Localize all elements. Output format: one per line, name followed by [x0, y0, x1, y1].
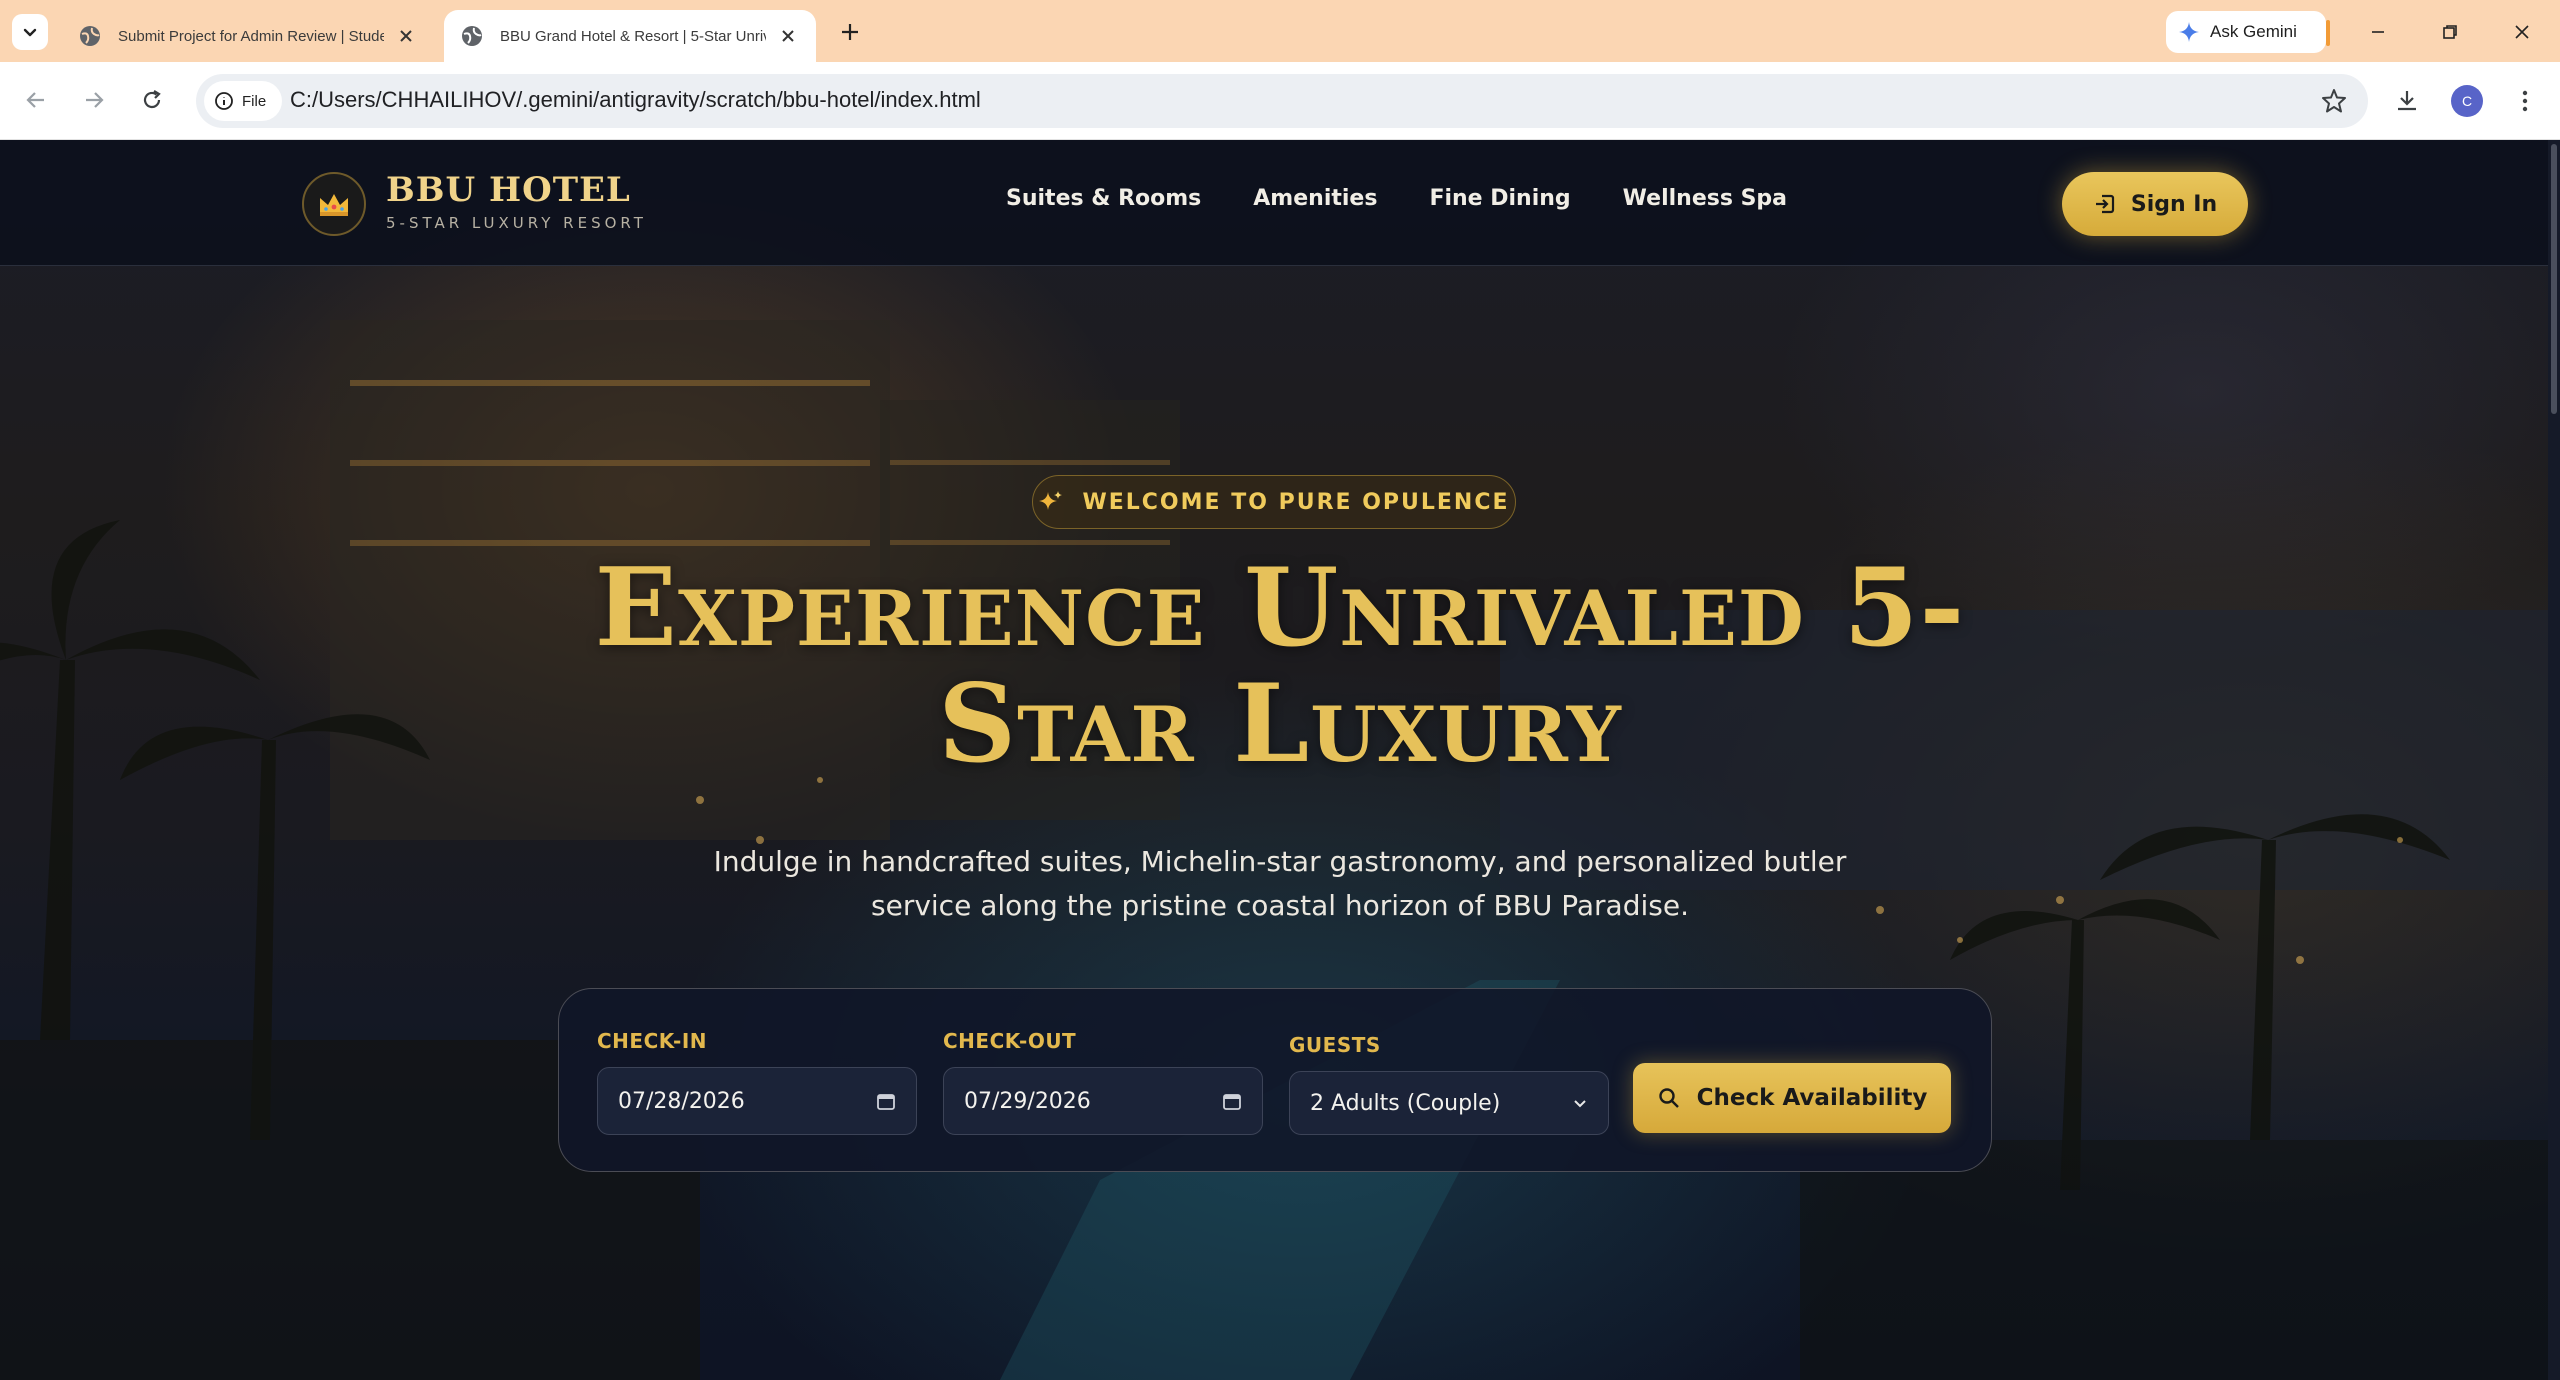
- guests-label: GUESTS: [1289, 1033, 1381, 1057]
- scrollbar-thumb[interactable]: [2551, 144, 2557, 414]
- sparkles-icon: [1039, 491, 1063, 510]
- downloads-button[interactable]: [2386, 80, 2428, 122]
- search-icon: [1658, 1088, 1679, 1108]
- reload-button[interactable]: [132, 80, 172, 120]
- nav-suites-rooms[interactable]: Suites & Rooms: [1006, 186, 1201, 211]
- site-info-chip[interactable]: File: [204, 81, 282, 121]
- file-label: File: [242, 92, 267, 110]
- ask-gemini-label: Ask Gemini: [2210, 22, 2297, 41]
- tab-title: BBU Grand Hotel & Resort | 5-Star Unriva…: [500, 27, 766, 45]
- check-availability-label: Check Availability: [1696, 1085, 1928, 1111]
- hero-subtitle: Indulge in handcrafted suites, Michelin-…: [713, 845, 1847, 922]
- hero-title-line-1: Experience Unrivaled 5-: [594, 545, 1966, 671]
- guests-field: GUESTS 2 Adults (Couple): [1289, 1033, 1609, 1135]
- avatar: C: [2451, 85, 2483, 117]
- page-viewport: BBU HOTEL 5-STAR LUXURY RESORT Suites & …: [0, 140, 2560, 1380]
- gemini-sparkle-icon: [2179, 22, 2199, 42]
- brand-tagline: 5-STAR LUXURY RESORT: [386, 214, 647, 232]
- close-icon: [2515, 25, 2529, 39]
- arrow-left-icon: [26, 92, 44, 108]
- url-text: C:/Users/CHHAILIHOV/.gemini/antigravity/…: [290, 87, 981, 112]
- plus-icon: [842, 24, 858, 40]
- checkin-label: CHECK-IN: [597, 1029, 707, 1053]
- hero-title: Experience Unrivaled 5- Star Luxury: [400, 550, 2160, 782]
- check-availability-button[interactable]: Check Availability: [1633, 1063, 1951, 1133]
- more-vert-icon: [2522, 90, 2528, 112]
- checkout-field: CHECK-OUT 07/29/2026: [943, 1029, 1263, 1135]
- divider: [2326, 20, 2330, 46]
- globe-icon: [80, 26, 100, 46]
- guests-value: 2 Adults (Couple): [1310, 1090, 1501, 1116]
- nav-wellness-spa[interactable]: Wellness Spa: [1623, 186, 1787, 211]
- checkin-field: CHECK-IN 07/28/2026: [597, 1029, 917, 1135]
- hero-title-line-2: Star Luxury: [938, 661, 1622, 787]
- address-bar[interactable]: File C:/Users/CHHAILIHOV/.gemini/antigra…: [196, 74, 2368, 128]
- sign-in-button[interactable]: Sign In: [2062, 172, 2248, 236]
- globe-icon: [462, 26, 482, 46]
- welcome-badge: WELCOME TO PURE OPULENCE: [1032, 475, 1516, 529]
- chevron-down-icon: [23, 28, 37, 37]
- checkout-date-input[interactable]: 07/29/2026: [943, 1067, 1263, 1135]
- restore-icon: [2443, 25, 2457, 39]
- login-icon: [2095, 194, 2114, 214]
- restore-button[interactable]: [2426, 12, 2474, 52]
- back-button[interactable]: [16, 80, 56, 120]
- checkout-value: 07/29/2026: [964, 1088, 1091, 1114]
- info-icon: [215, 92, 233, 110]
- tab-search-button[interactable]: [12, 14, 48, 50]
- download-icon: [2398, 91, 2416, 111]
- guests-select[interactable]: 2 Adults (Couple): [1289, 1071, 1609, 1135]
- nav-amenities[interactable]: Amenities: [1253, 186, 1377, 211]
- close-icon[interactable]: [394, 24, 418, 48]
- new-tab-button[interactable]: [834, 16, 866, 48]
- nav-fine-dining[interactable]: Fine Dining: [1429, 186, 1570, 211]
- welcome-badge-text: WELCOME TO PURE OPULENCE: [1082, 489, 1510, 515]
- main-nav: Suites & Rooms Amenities Fine Dining Wel…: [1006, 186, 1839, 211]
- ask-gemini-button[interactable]: Ask Gemini: [2166, 11, 2326, 53]
- bookmark-star-icon[interactable]: [2320, 87, 2348, 115]
- close-window-button[interactable]: [2498, 12, 2546, 52]
- booking-form: CHECK-IN 07/28/2026 CHECK-OUT 07/29/2026…: [558, 988, 1992, 1172]
- checkin-value: 07/28/2026: [618, 1088, 745, 1114]
- minimize-icon: [2372, 31, 2384, 33]
- tab-submit-project[interactable]: Submit Project for Admin Review | Studen…: [62, 10, 434, 62]
- browser-toolbar: File C:/Users/CHHAILIHOV/.gemini/antigra…: [0, 62, 2560, 140]
- forward-button[interactable]: [74, 80, 114, 120]
- calendar-icon[interactable]: [1222, 1091, 1242, 1111]
- arrow-right-icon: [86, 92, 104, 108]
- tab-bbu-hotel[interactable]: BBU Grand Hotel & Resort | 5-Star Unriva…: [444, 10, 816, 62]
- profile-button[interactable]: C: [2446, 80, 2488, 122]
- checkout-label: CHECK-OUT: [943, 1029, 1077, 1053]
- calendar-icon[interactable]: [876, 1091, 896, 1111]
- close-icon[interactable]: [776, 24, 800, 48]
- minimize-button[interactable]: [2354, 12, 2402, 52]
- site-header: BBU HOTEL 5-STAR LUXURY RESORT Suites & …: [0, 140, 2548, 266]
- chevron-down-icon: [1574, 1100, 1586, 1108]
- sign-in-label: Sign In: [2130, 191, 2218, 217]
- page-scrollbar[interactable]: [2548, 140, 2560, 1380]
- reload-icon: [143, 90, 161, 109]
- checkin-date-input[interactable]: 07/28/2026: [597, 1067, 917, 1135]
- logo[interactable]: [302, 172, 366, 236]
- browser-tab-strip: Submit Project for Admin Review | Studen…: [0, 0, 2560, 62]
- tab-title: Submit Project for Admin Review | Studen…: [118, 27, 384, 45]
- browser-menu-button[interactable]: [2504, 80, 2546, 122]
- crown-icon: [320, 194, 348, 216]
- brand-name[interactable]: BBU HOTEL: [386, 170, 631, 210]
